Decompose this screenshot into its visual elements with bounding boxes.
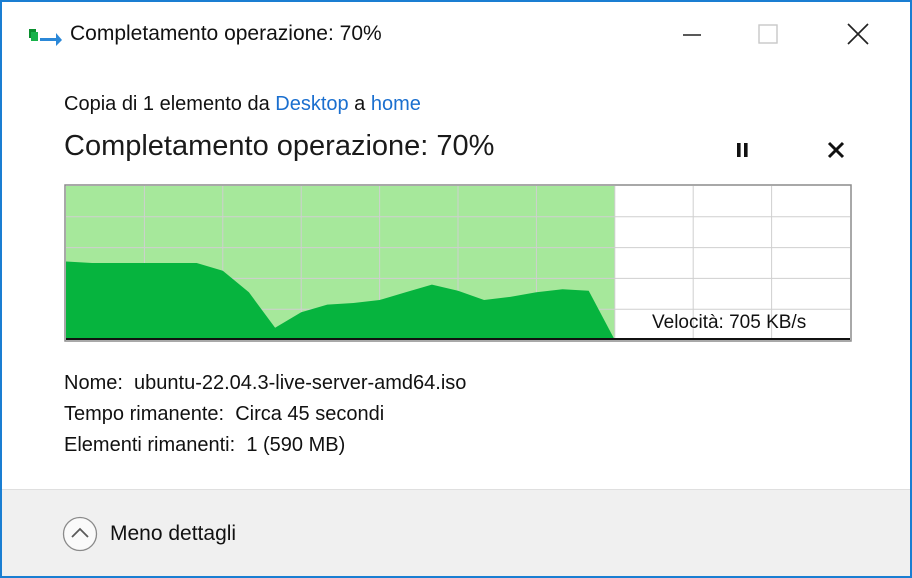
name-value: ubuntu-22.04.3-live-server-amd64.iso bbox=[134, 372, 467, 394]
cancel-icon[interactable] bbox=[818, 134, 854, 166]
maximize-icon bbox=[758, 24, 778, 44]
close-icon[interactable] bbox=[836, 16, 880, 52]
file-copy-icon bbox=[29, 29, 62, 46]
destination-link[interactable]: home bbox=[371, 93, 421, 115]
source-link[interactable]: Desktop bbox=[275, 93, 348, 115]
footer-bar: Meno dettagli bbox=[2, 490, 910, 576]
speed-label: Velocità: 705 KB/s bbox=[652, 312, 807, 333]
less-details-toggle[interactable]: Meno dettagli bbox=[62, 514, 236, 554]
title-bar[interactable]: Completamento operazione: 70% bbox=[2, 2, 910, 66]
copy-prefix: Copia di 1 elemento da bbox=[64, 93, 276, 115]
copy-progress-window: Completamento operazione: 70% Copia di 1… bbox=[0, 0, 912, 578]
copy-middle: a bbox=[348, 93, 371, 115]
items-remaining-value: 1 (590 MB) bbox=[246, 434, 346, 456]
name-row: Nome: ubuntu-22.04.3-live-server-amd64.i… bbox=[64, 368, 466, 399]
items-remaining-row: Elementi rimanenti: 1 (590 MB) bbox=[64, 430, 466, 461]
time-remaining-label: Tempo rimanente: bbox=[64, 403, 225, 425]
status-heading: Completamento operazione: 70% bbox=[64, 130, 495, 162]
window-title: Completamento operazione: 70% bbox=[70, 22, 382, 45]
pause-icon[interactable] bbox=[724, 134, 760, 166]
less-details-label[interactable]: Meno dettagli bbox=[110, 522, 236, 546]
copy-description: Copia di 1 elemento da Desktop a home bbox=[64, 93, 421, 116]
time-remaining-value: Circa 45 secondi bbox=[235, 403, 385, 425]
chevron-up-icon[interactable] bbox=[62, 516, 98, 552]
details-panel: Nome: ubuntu-22.04.3-live-server-amd64.i… bbox=[64, 368, 466, 461]
time-remaining-row: Tempo rimanente: Circa 45 secondi bbox=[64, 399, 466, 430]
minimize-icon[interactable] bbox=[670, 16, 714, 52]
name-label: Nome: bbox=[64, 372, 123, 394]
items-remaining-label: Elementi rimanenti: bbox=[64, 434, 236, 456]
